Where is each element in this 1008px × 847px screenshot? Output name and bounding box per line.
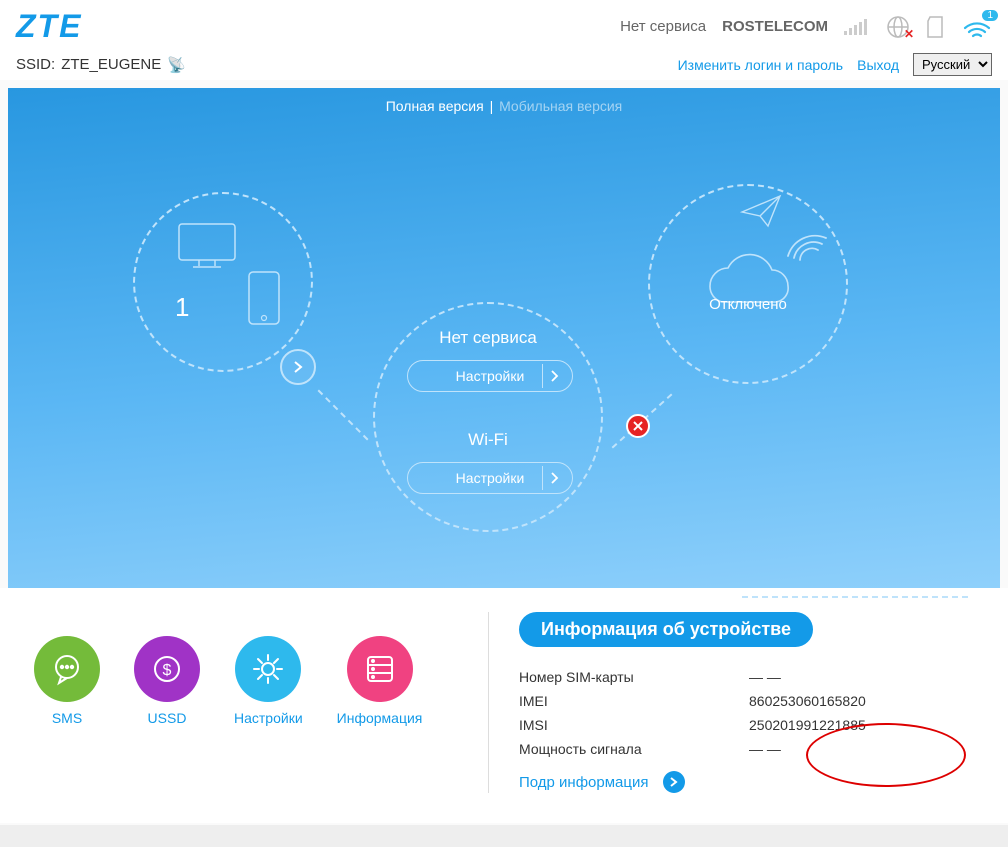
status-bar: Нет сервиса ROSTELECOM ✕ 1 [620,15,992,39]
full-version-link[interactable]: Полная версия [386,98,484,114]
phone-icon [247,270,281,326]
ussd-label: USSD [148,710,187,726]
service-status-text: Нет сервиса [620,18,706,35]
ssid-label: SSID:ZTE_EUGENE 📡 [16,56,186,74]
info-app[interactable]: Информация [337,636,423,793]
error-icon [626,414,650,438]
app-shortcuts: SMS $ USSD Настройки Информация [18,612,488,793]
wifi-badge: 1 [982,10,998,21]
chevron-right-icon [542,364,566,388]
dash-connector [318,390,369,441]
settings-label: Настройки [234,710,303,726]
logo: ZTE [16,8,82,45]
svg-text:$: $ [163,662,172,679]
wifi-arc-icon [782,226,832,266]
signal-icon [844,17,870,37]
satellite-icon: 📡 [167,56,186,74]
devices-count: 1 [175,292,189,323]
language-select[interactable]: Русский [913,53,992,76]
monitor-icon [177,222,237,270]
more-info-link[interactable]: Подр информация [519,774,649,791]
device-info-panel: Информация об устройстве Номер SIM-карты… [488,612,990,793]
divider [742,596,968,598]
bottom-section: SMS $ USSD Настройки Информация Информац… [0,588,1008,823]
sim-icon [926,15,946,39]
wifi-settings-button[interactable]: Настройки [407,462,573,494]
version-bar: Полная версия | Мобильная версия [8,88,1000,124]
info-label: Информация [337,710,423,726]
internet-status: Отключено [650,296,846,313]
ussd-icon: $ [134,636,200,702]
settings-app[interactable]: Настройки [234,636,303,793]
service-label: Нет сервиса [375,328,601,348]
service-settings-button[interactable]: Настройки [407,360,573,392]
devices-circle[interactable]: 1 [133,192,313,372]
server-icon [347,636,413,702]
internet-circle[interactable]: Отключено [648,184,848,384]
center-circle: Нет сервиса Настройки Wi-Fi Настройки [373,302,603,532]
logout-link[interactable]: Выход [857,57,899,73]
chevron-right-icon [542,466,566,490]
paper-plane-icon [740,194,784,230]
info-row: Номер SIM-карты— — [519,665,990,689]
operator-name: ROSTELECOM [722,18,828,35]
sms-app[interactable]: SMS [34,636,100,793]
hero-panel: Полная версия | Мобильная версия 1 Нет с… [8,88,1000,588]
arrow-button[interactable] [280,349,316,385]
device-info-title: Информация об устройстве [519,612,813,647]
wifi-icon: 1 [962,16,992,38]
globe-icon: ✕ [886,15,910,39]
more-info-button[interactable] [663,771,685,793]
footer-bar [0,825,1008,847]
sms-icon [34,636,100,702]
annotation-ellipse [806,723,966,787]
wifi-label: Wi-Fi [375,430,601,450]
ussd-app[interactable]: $ USSD [134,636,200,793]
change-login-link[interactable]: Изменить логин и пароль [678,57,844,73]
header: ZTE Нет сервиса ROSTELECOM ✕ 1 SSID:ZTE_… [0,0,1008,80]
info-row: IMEI860253060165820 [519,689,990,713]
gear-icon [235,636,301,702]
sms-label: SMS [52,710,82,726]
mobile-version-link[interactable]: Мобильная версия [499,98,622,114]
